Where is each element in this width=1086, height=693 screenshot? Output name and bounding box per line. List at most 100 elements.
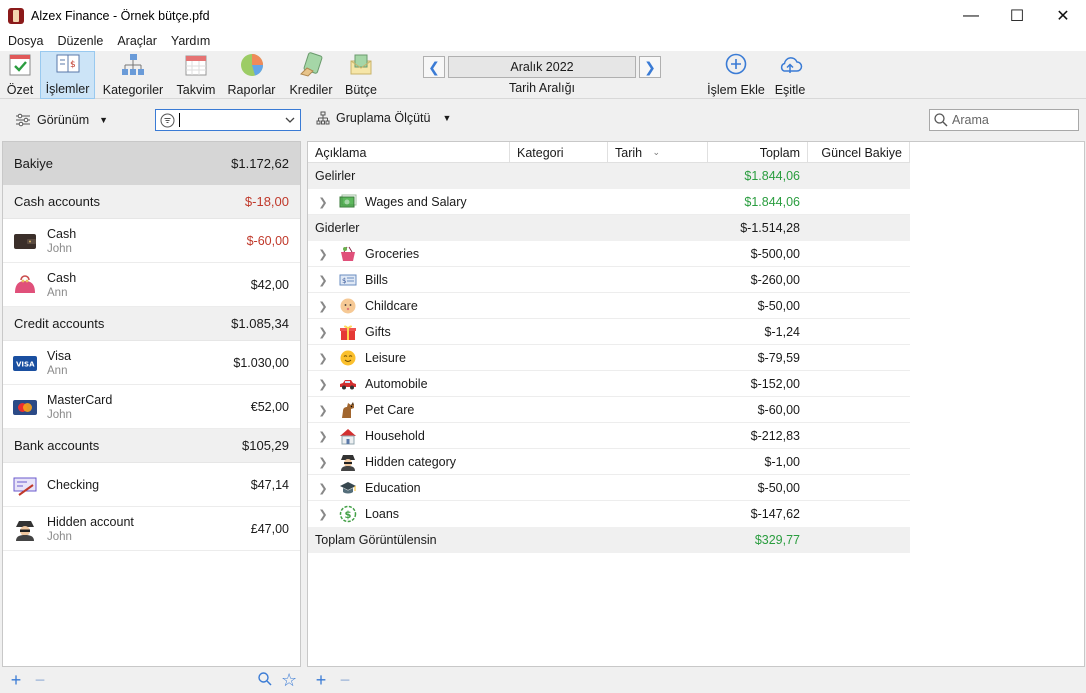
tool-budget[interactable]: Bütçe <box>344 51 378 99</box>
window-controls: — ☐ ✕ <box>948 0 1086 31</box>
minimize-button[interactable]: — <box>948 0 994 31</box>
account-row[interactable]: Cash John $-60,00 <box>3 219 300 263</box>
date-range-nav: ❮ Aralık 2022 ❯ <box>423 56 661 78</box>
income-group-row[interactable]: Gelirler $1.844,06 <box>308 163 910 189</box>
title-bar: Alzex Finance - Örnek bütçe.pfd — ☐ ✕ <box>0 0 1086 31</box>
table-row[interactable]: ❯ Childcare $-50,00 <box>308 293 910 319</box>
tool-categories[interactable]: Kategoriler <box>99 51 167 99</box>
menu-tools[interactable]: Araçlar <box>110 34 164 48</box>
chevron-down-icon[interactable] <box>285 116 295 124</box>
cloud-sync-icon <box>777 52 803 78</box>
baby-icon <box>339 297 357 315</box>
chevron-right-icon[interactable]: ❯ <box>315 196 331 209</box>
account-row[interactable]: MasterCard John €52,00 <box>3 385 300 429</box>
maximize-button[interactable]: ☐ <box>994 0 1040 31</box>
house-icon <box>339 427 357 445</box>
group-by-button[interactable]: Gruplama Ölçütü ▼ <box>316 111 451 125</box>
chevron-right-icon[interactable]: ❯ <box>315 248 331 261</box>
remove-transaction-icon[interactable]: − <box>337 670 353 691</box>
account-group-bank[interactable]: Bank accounts $105,29 <box>3 429 300 463</box>
table-row[interactable]: ❯ Automobile $-152,00 <box>308 371 910 397</box>
table-row[interactable]: ❯ Leisure $-79,59 <box>308 345 910 371</box>
search-box[interactable] <box>929 109 1079 131</box>
menu-bar: Dosya Düzenle Araçlar Yardım <box>0 31 1086 51</box>
table-row[interactable]: ❯ Wages and Salary $1.844,06 <box>308 189 910 215</box>
column-date[interactable]: Tarih ⌄ <box>608 142 708 163</box>
table-header: Açıklama Kategori Tarih ⌄ Toplam Güncel … <box>308 142 910 163</box>
car-icon <box>339 375 357 393</box>
tool-summary[interactable]: Özet <box>4 51 36 99</box>
date-range-field[interactable]: Aralık 2022 <box>448 56 636 78</box>
filter-combobox[interactable] <box>155 109 301 131</box>
column-total[interactable]: Toplam <box>708 142 808 163</box>
view-menu-button[interactable]: Görünüm ▼ <box>15 113 108 127</box>
table-row[interactable]: ❯ Household $-212,83 <box>308 423 910 449</box>
chevron-right-icon[interactable]: ❯ <box>315 300 331 313</box>
column-current-balance[interactable]: Güncel Bakiye <box>808 142 910 163</box>
column-category[interactable]: Kategori <box>510 142 608 163</box>
column-description[interactable]: Açıklama <box>308 142 510 163</box>
chevron-right-icon[interactable]: ❯ <box>315 482 331 495</box>
tool-calendar[interactable]: Takvim <box>174 51 218 99</box>
table-row[interactable]: ❯ Groceries $-500,00 <box>308 241 910 267</box>
check-icon <box>13 473 37 497</box>
table-row[interactable]: ❯ Education $-50,00 <box>308 475 910 501</box>
remove-account-icon[interactable]: − <box>32 670 48 691</box>
add-transaction-icon[interactable]: + <box>313 670 329 691</box>
add-account-icon[interactable]: + <box>8 670 24 691</box>
summary-icon <box>7 52 33 78</box>
tool-transactions[interactable]: $ İşlemler <box>40 51 95 99</box>
menu-help[interactable]: Yardım <box>164 34 217 48</box>
spy-icon <box>13 517 37 541</box>
filter-icon <box>160 113 175 128</box>
chevron-right-icon[interactable]: ❯ <box>315 456 331 469</box>
account-group-cash[interactable]: Cash accounts $-18,00 <box>3 185 300 219</box>
app-icon <box>8 7 24 24</box>
menu-file[interactable]: Dosya <box>1 34 50 48</box>
account-group-credit[interactable]: Credit accounts $1.085,34 <box>3 307 300 341</box>
table-row[interactable]: ❯ $ Loans $-147,62 <box>308 501 910 527</box>
chevron-right-icon[interactable]: ❯ <box>315 404 331 417</box>
date-next-button[interactable]: ❯ <box>639 56 661 78</box>
graduation-cap-icon <box>339 479 357 497</box>
bill-icon: $ <box>339 271 357 289</box>
chevron-right-icon[interactable]: ❯ <box>315 378 331 391</box>
account-row[interactable]: Hidden account John £47,00 <box>3 507 300 551</box>
chevron-right-icon[interactable]: ❯ <box>315 326 331 339</box>
tool-loans[interactable]: Krediler <box>286 51 336 99</box>
menu-edit[interactable]: Düzenle <box>50 34 110 48</box>
window-title: Alzex Finance - Örnek bütçe.pfd <box>31 8 210 23</box>
caret-down-icon: ▼ <box>442 113 452 123</box>
mastercard-icon <box>13 395 37 419</box>
date-prev-button[interactable]: ❮ <box>423 56 445 78</box>
chevron-right-icon[interactable]: ❯ <box>315 508 331 521</box>
close-button[interactable]: ✕ <box>1040 0 1086 31</box>
table-row[interactable]: ❯ Hidden category $-1,00 <box>308 449 910 475</box>
chevron-right-icon[interactable]: ❯ <box>315 352 331 365</box>
favorite-star-icon[interactable]: ☆ <box>281 670 297 691</box>
search-accounts-icon[interactable] <box>257 671 273 690</box>
visa-card-icon: VISA <box>13 351 37 375</box>
shopping-basket-icon <box>339 245 357 263</box>
toolbar: Özet $ İşlemler Kategoriler Takvim Rapor… <box>0 51 1086 99</box>
account-row[interactable]: VISA Visa Ann $1.030,00 <box>3 341 300 385</box>
account-row[interactable]: Checking $47,14 <box>3 463 300 507</box>
search-input[interactable] <box>952 113 1072 127</box>
account-row[interactable]: Cash Ann $42,00 <box>3 263 300 307</box>
date-range-caption: Tarih Aralığı <box>508 81 575 95</box>
transactions-icon: $ <box>55 51 81 77</box>
sync-button[interactable]: Eşitle <box>773 51 807 99</box>
add-transaction-button[interactable]: İşlem Ekle <box>705 51 767 99</box>
balance-row[interactable]: Bakiye $1.172,62 <box>3 142 300 185</box>
search-icon <box>934 113 948 127</box>
accounts-footer: + − ☆ <box>0 668 305 693</box>
spy-icon <box>339 453 357 471</box>
tool-reports[interactable]: Raporlar <box>225 51 278 99</box>
table-row[interactable]: ❯ $ Bills $-260,00 <box>308 267 910 293</box>
table-row[interactable]: ❯ Gifts $-1,24 <box>308 319 910 345</box>
table-row[interactable]: ❯ Pet Care $-60,00 <box>308 397 910 423</box>
chevron-right-icon[interactable]: ❯ <box>315 430 331 443</box>
chevron-right-icon[interactable]: ❯ <box>315 274 331 287</box>
expense-group-row[interactable]: Giderler $-1.514,28 <box>308 215 910 241</box>
sort-chevron-icon: ⌄ <box>652 147 660 157</box>
